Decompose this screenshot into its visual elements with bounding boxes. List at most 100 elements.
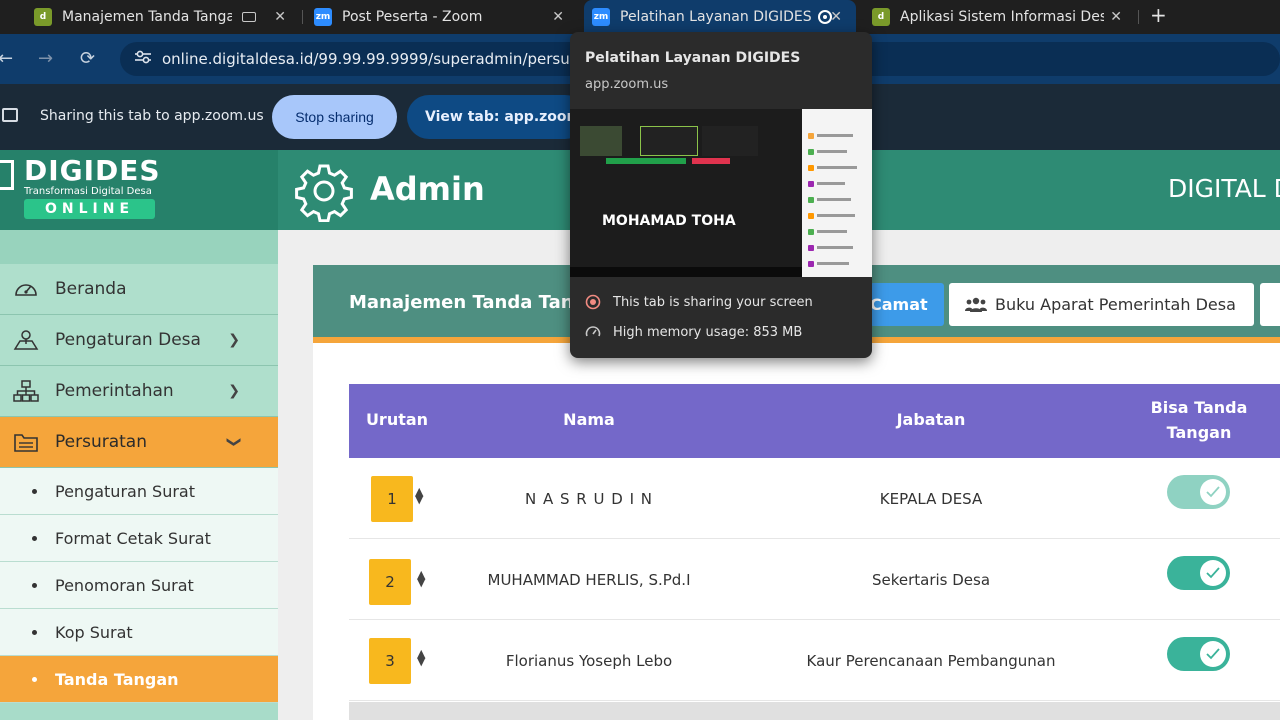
url-text: online.digitaldesa.id/99.99.99.9999/supe… [162, 50, 591, 68]
table-row: 1 ▲ ▼ N A S R U D I N KEPALA DESA [349, 458, 1280, 539]
folder-icon [13, 431, 39, 453]
tab-post-peserta-zoom[interactable]: zm Post Peserta - Zoom ✕ [304, 0, 580, 34]
sidebar-item-label: Persuratan [55, 432, 147, 452]
tab-manajemen-tanda-tangan[interactable]: d Manajemen Tanda Tangan | ✕ [4, 0, 300, 34]
tab-title: Pelatihan Layanan DIGIDES [620, 9, 812, 25]
digides-favicon-icon: d [872, 8, 890, 26]
column-header-jabatan: Jabatan [896, 410, 966, 429]
check-icon [1200, 560, 1226, 586]
active-speaker-name: MOHAMAD TOHA [602, 213, 736, 229]
online-badge: ONLINE [24, 199, 155, 219]
order-number[interactable]: 2 [369, 559, 411, 605]
bullet-icon [32, 582, 37, 588]
sidebar-subitem-label: Penomoran Surat [55, 575, 194, 595]
table-header: Urutan Nama Jabatan Bisa Tanda Tangan [349, 384, 1280, 458]
sidebar-subitem-pengaturan-surat[interactable]: Pengaturan Surat [0, 468, 278, 515]
gear-icon [293, 160, 355, 226]
tab-title: Post Peserta - Zoom [342, 9, 483, 25]
sidebar-subitem-label: Tanda Tangan [55, 669, 179, 689]
tab-title: Aplikasi Sistem Informasi Desa | [900, 9, 1104, 25]
chevron-right-icon: ❯ [228, 383, 240, 399]
new-tab-plus-icon[interactable]: + [1150, 3, 1167, 27]
brand-logo-area[interactable]: DIGIDES Transformasi Digital Desa ONLINE [0, 150, 278, 230]
table-row: 3 ▲ ▼ Florianus Yoseph Lebo Kaur Perencan… [349, 620, 1280, 701]
org-chart-icon [13, 380, 39, 402]
sidebar-item-beranda[interactable]: Beranda [0, 264, 278, 315]
table-footer-strip [349, 702, 1280, 720]
buku-aparat-button[interactable]: Buku Aparat Pemerintah Desa [949, 283, 1254, 326]
sidebar-subitem-kop-surat[interactable]: Kop Surat [0, 609, 278, 656]
sidebar-item-pengaturan-desa[interactable]: Pengaturan Desa ❯ [0, 315, 278, 366]
tab-divider [302, 10, 303, 24]
more-actions-button[interactable] [1260, 283, 1280, 326]
participant-video [702, 126, 758, 156]
order-number[interactable]: 3 [369, 638, 411, 684]
preview-domain: app.zoom.us [585, 77, 669, 92]
screen-share-indicator-icon [242, 12, 256, 22]
zoom-favicon-icon: zm [592, 8, 610, 26]
sort-order-icon[interactable]: ▲ ▼ [417, 569, 425, 588]
back-arrow-icon[interactable]: ← [0, 48, 13, 69]
meeting-controls-strip [570, 267, 802, 277]
speedometer-icon [585, 324, 601, 340]
table-row: 2 ▲ ▼ MUHAMMAD HERLIS, S.Pd.I Sekertaris … [349, 539, 1280, 620]
column-header-nama: Nama [563, 410, 615, 429]
sidebar-subitem-label: Pengaturan Surat [55, 481, 195, 501]
chevron-down-icon: ❯ [226, 436, 243, 448]
sort-order-icon[interactable]: ▲ ▼ [417, 648, 425, 667]
forward-arrow-icon[interactable]: → [38, 48, 53, 69]
signature-toggle[interactable] [1167, 556, 1230, 590]
digides-logo-icon [0, 160, 14, 190]
site-title: DIGITAL D [1168, 174, 1280, 203]
jabatan-cell: Kaur Perencanaan Pembangunan [806, 652, 1056, 670]
reload-icon[interactable]: ⟳ [80, 48, 95, 69]
map-icon [13, 329, 39, 351]
close-tab-icon[interactable]: ✕ [274, 9, 286, 25]
bullet-icon [32, 629, 37, 635]
bullet-icon [32, 535, 37, 541]
bullet-icon [32, 488, 37, 494]
brand-tagline: Transformasi Digital Desa [24, 186, 152, 197]
chevron-right-icon: ❯ [228, 332, 240, 348]
sidebar-subitem-label: Kop Surat [55, 622, 133, 642]
sharing-status-bar [606, 158, 686, 164]
close-tab-icon[interactable]: ✕ [1110, 9, 1122, 25]
participant-video [580, 126, 622, 156]
nama-cell: Florianus Yoseph Lebo [505, 652, 673, 670]
tab-divider [1138, 10, 1139, 24]
sidebar-subitem-tanda-tangan[interactable]: Tanda Tangan [0, 656, 278, 703]
digides-favicon-icon: d [34, 8, 52, 26]
sidebar-item-persuratan[interactable]: Persuratan ❯ [0, 417, 278, 468]
close-tab-icon[interactable]: ✕ [830, 9, 842, 25]
sidebar-top-strip [0, 230, 278, 264]
sidebar-subitem-format-cetak-surat[interactable]: Format Cetak Surat [0, 515, 278, 562]
stop-sharing-button[interactable]: Stop sharing [272, 95, 397, 139]
sidebar: Beranda Pengaturan Desa ❯ Pemerintahan ❯… [0, 230, 278, 720]
close-tab-icon[interactable]: ✕ [552, 9, 564, 25]
sidebar-subitem-penomoran-surat[interactable]: Penomoran Surat [0, 562, 278, 609]
sidebar-item-pemerintahan[interactable]: Pemerintahan ❯ [0, 366, 278, 417]
sort-order-icon[interactable]: ▲ ▼ [415, 486, 423, 505]
order-number[interactable]: 1 [371, 476, 413, 522]
participant-video [640, 126, 698, 156]
sidebar-item-label: Beranda [55, 279, 127, 299]
tab-hover-preview: Pelatihan Layanan DIGIDES app.zoom.us MO… [570, 32, 872, 358]
tab-aplikasi-sistem-informasi-desa[interactable]: d Aplikasi Sistem Informasi Desa | ✕ [862, 0, 1138, 34]
jabatan-cell: Sekertaris Desa [871, 571, 991, 589]
users-icon [965, 297, 987, 313]
camat-button[interactable]: Camat [870, 283, 944, 326]
buku-aparat-label: Buku Aparat Pemerintah Desa [995, 295, 1236, 314]
sidebar-subitem-label: Format Cetak Surat [55, 528, 211, 548]
column-header-urutan: Urutan [365, 410, 429, 429]
signature-toggle[interactable] [1167, 637, 1230, 671]
brand-name: DIGIDES [24, 154, 161, 187]
record-indicator-icon [585, 294, 601, 310]
participants-panel [802, 109, 872, 277]
tab-title: Manajemen Tanda Tangan | [62, 9, 232, 25]
sidebar-item-label: Pengaturan Desa [55, 330, 201, 350]
view-tab-button[interactable]: View tab: app.zoom.us [407, 95, 587, 139]
bullet-icon [32, 676, 37, 682]
tab-pelatihan-layanan-digides[interactable]: zm Pelatihan Layanan DIGIDES ✕ [584, 0, 856, 34]
signature-toggle[interactable] [1167, 475, 1230, 509]
site-settings-icon[interactable] [134, 50, 156, 68]
